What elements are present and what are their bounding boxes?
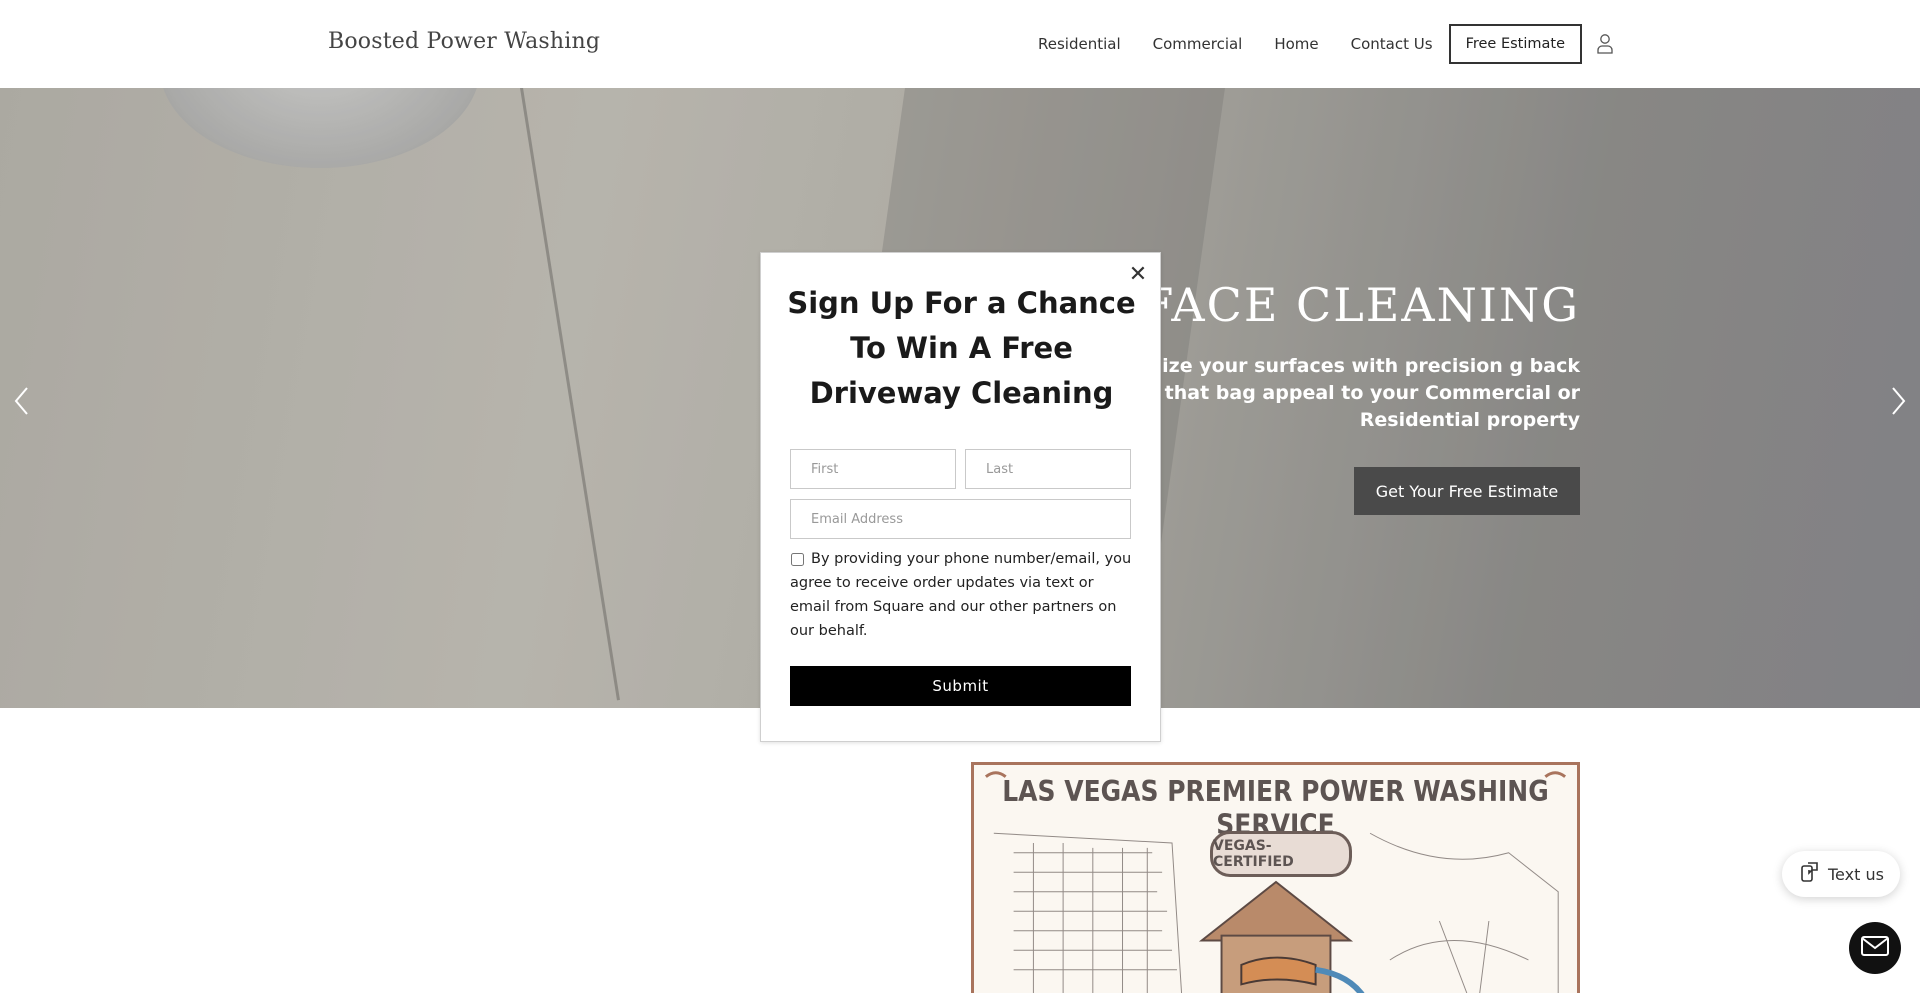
submit-button[interactable]: Submit: [790, 666, 1131, 706]
chevron-left-icon[interactable]: [10, 384, 34, 418]
user-icon[interactable]: [1596, 33, 1614, 55]
consent-text: By providing your phone number/email, yo…: [790, 551, 1132, 639]
promo-poster-image: LAS VEGAS PREMIER POWER WASHING SERVICE …: [971, 762, 1580, 993]
text-us-label: Text us: [1828, 864, 1884, 884]
nav-residential[interactable]: Residential: [1022, 25, 1137, 63]
contact-mail-button[interactable]: [1849, 922, 1901, 974]
nav-home[interactable]: Home: [1258, 25, 1334, 63]
chevron-right-icon[interactable]: [1886, 384, 1910, 418]
get-free-estimate-button[interactable]: Get Your Free Estimate: [1354, 467, 1580, 515]
text-us-button[interactable]: Text us: [1782, 851, 1900, 897]
consent-checkbox[interactable]: [791, 553, 804, 566]
modal-title: Sign Up For a Chance To Win A Free Drive…: [787, 286, 1136, 410]
mail-icon: [1861, 936, 1889, 960]
nav-contact-us[interactable]: Contact Us: [1335, 25, 1449, 63]
chat-phone-icon: [1798, 861, 1820, 887]
free-estimate-button[interactable]: Free Estimate: [1448, 24, 1582, 64]
nav-commercial[interactable]: Commercial: [1137, 25, 1259, 63]
email-field[interactable]: [790, 499, 1131, 539]
last-name-field[interactable]: [965, 449, 1131, 489]
signup-modal: ✕ Sign Up For a Chance To Win A Free Dri…: [760, 252, 1161, 742]
first-name-field[interactable]: [790, 449, 956, 489]
brand-logo[interactable]: Boosted Power Washing: [328, 29, 600, 54]
site-header: Boosted Power Washing Residential Commer…: [0, 0, 1920, 88]
poster-badge: VEGAS-CERTIFIED: [1210, 831, 1352, 877]
main-nav: Residential Commercial Home Contact Us F…: [1022, 24, 1614, 64]
